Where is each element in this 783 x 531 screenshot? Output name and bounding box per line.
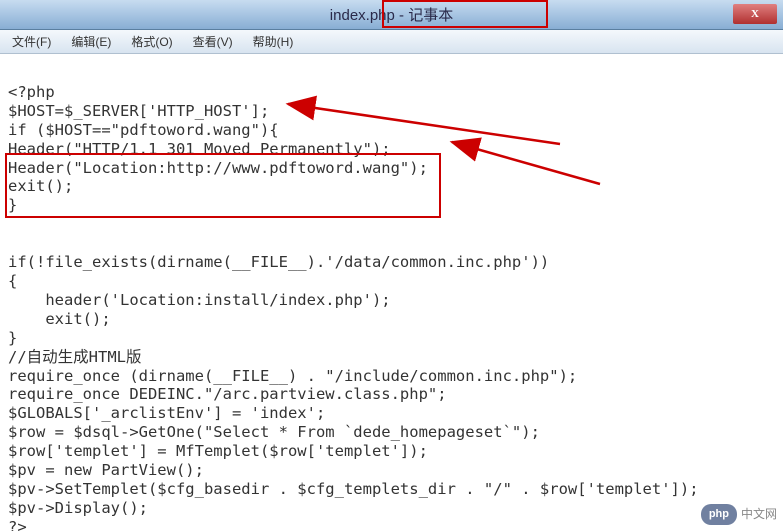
code-line: Header("HTTP/1.1 301 Moved Permanently")… — [8, 140, 391, 158]
close-button[interactable]: X — [733, 4, 777, 24]
code-line: require_once (dirname(__FILE__) . "/incl… — [8, 367, 577, 385]
code-line: $pv = new PartView(); — [8, 461, 204, 479]
titlebar: index.php - 记事本 X — [0, 0, 783, 30]
code-line: header('Location:install/index.php'); — [8, 291, 391, 309]
code-line: $HOST=$_SERVER['HTTP_HOST']; — [8, 102, 269, 120]
code-line: exit(); — [8, 177, 73, 195]
code-line: $pv->SetTemplet($cfg_basedir . $cfg_temp… — [8, 480, 699, 498]
code-line: $GLOBALS['_arclistEnv'] = 'index'; — [8, 404, 325, 422]
code-line: $row = $dsql->GetOne("Select * From `ded… — [8, 423, 540, 441]
code-line: Header("Location:http://www.pdftoword.wa… — [8, 159, 428, 177]
code-line: ?> — [8, 518, 27, 531]
code-line: } — [8, 196, 17, 214]
menu-view[interactable]: 查看(V) — [187, 31, 239, 52]
watermark-text: 中文网 — [741, 507, 777, 522]
menubar: 文件(F) 编辑(E) 格式(O) 查看(V) 帮助(H) — [0, 30, 783, 54]
menu-help[interactable]: 帮助(H) — [247, 31, 300, 52]
code-line: $pv->Display(); — [8, 499, 148, 517]
menu-file[interactable]: 文件(F) — [6, 31, 57, 52]
watermark-badge: php — [701, 504, 737, 525]
window-title: index.php - 记事本 — [330, 4, 453, 25]
code-line: //自动生成HTML版 — [8, 348, 142, 366]
menu-format[interactable]: 格式(O) — [125, 31, 178, 52]
code-line: } — [8, 329, 17, 347]
watermark: php 中文网 — [701, 504, 777, 525]
close-icon: X — [751, 8, 759, 20]
code-line: if ($HOST=="pdftoword.wang"){ — [8, 121, 279, 139]
code-line: $row['templet'] = MfTemplet($row['temple… — [8, 442, 428, 460]
code-line: { — [8, 272, 17, 290]
code-line: <?php — [8, 83, 55, 101]
editor-area[interactable]: <?php $HOST=$_SERVER['HTTP_HOST']; if ($… — [0, 54, 783, 531]
code-line: if(!file_exists(dirname(__FILE__).'/data… — [8, 253, 549, 271]
menu-edit[interactable]: 编辑(E) — [65, 31, 117, 52]
code-line: require_once DEDEINC."/arc.partview.clas… — [8, 385, 447, 403]
code-line: exit(); — [8, 310, 111, 328]
